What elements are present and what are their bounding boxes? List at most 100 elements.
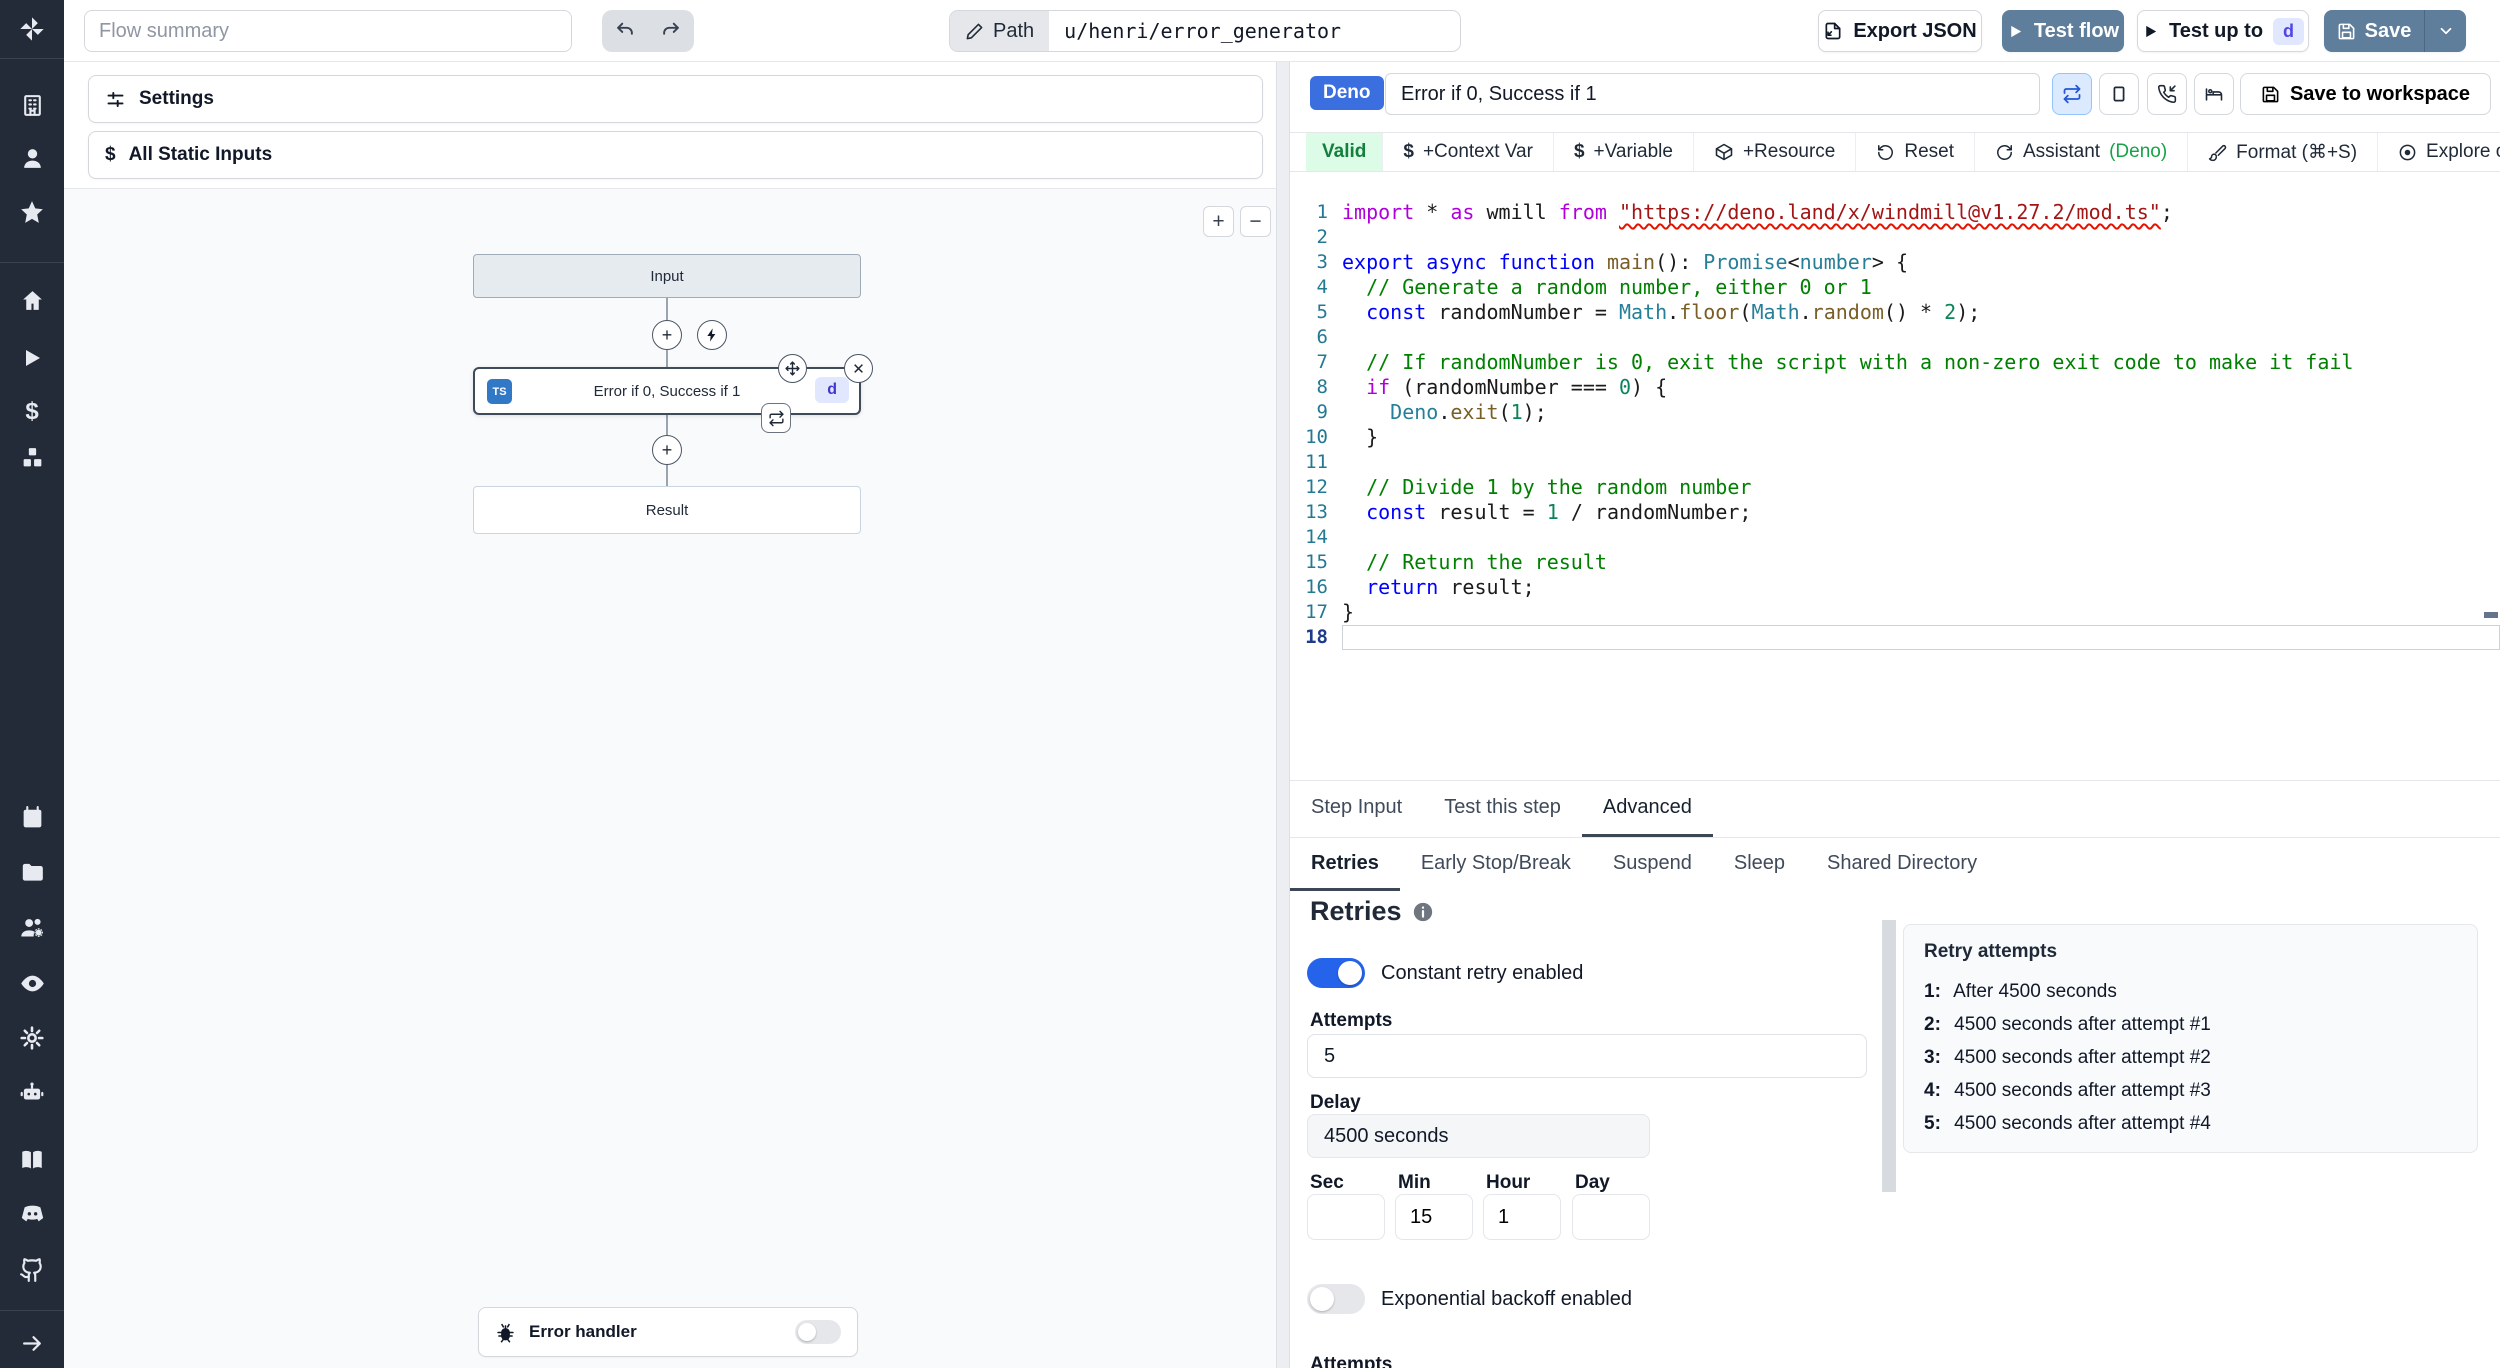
all-static-inputs-button[interactable]: $ All Static Inputs [88, 131, 1263, 179]
path-group[interactable]: Path u/henri/error_generator [949, 10, 1461, 52]
sidebar-item-docs[interactable] [0, 1146, 64, 1174]
subtab-early-stop[interactable]: Early Stop/Break [1400, 839, 1592, 891]
code-editor[interactable]: 1 2 3 4 5 6 7 8 9 10 11 12 13 14 15 16 17 18 import * as … [1290, 174, 2500, 780]
code-line[interactable]: const result = 1 / randomNumber; [1342, 500, 2500, 525]
editor-code[interactable]: import * as wmill from "https://deno.lan… [1342, 200, 2500, 650]
code-line[interactable]: import * as wmill from "https://deno.lan… [1342, 200, 2500, 225]
sidebar-item-folders[interactable] [0, 858, 64, 886]
retry-indicator-button[interactable] [761, 403, 791, 433]
panel-splitter[interactable] [1276, 62, 1290, 1368]
format-button[interactable]: Format (⌘+S) [2187, 133, 2377, 171]
add-resource-button[interactable]: +Resource [1692, 133, 1855, 171]
hour-input[interactable] [1483, 1194, 1561, 1240]
sidebar-item-groups[interactable] [0, 913, 64, 941]
explore-scripts-button[interactable]: Explore other s [2377, 133, 2500, 171]
code-line[interactable] [1342, 450, 2500, 475]
step-name-input[interactable] [1385, 73, 2040, 115]
save-to-workspace-button[interactable]: Save to workspace [2240, 73, 2491, 115]
sidebar-expand-icon[interactable] [0, 1329, 64, 1357]
code-line[interactable] [1342, 525, 2500, 550]
code-line[interactable]: if (randomNumber === 0) { [1342, 375, 2500, 400]
move-step-button[interactable] [778, 354, 807, 383]
code-line[interactable]: } [1342, 425, 2500, 450]
save-button[interactable]: Save [2324, 10, 2466, 52]
error-handler-toggle[interactable] [795, 1320, 841, 1344]
sidebar-item-schedules[interactable] [0, 803, 64, 831]
code-line[interactable]: // If randomNumber is 0, exit the script… [1342, 350, 2500, 375]
delete-step-button[interactable]: ✕ [844, 354, 873, 383]
delay-label: Delay [1310, 1092, 1361, 1113]
insert-step-button[interactable]: + [652, 435, 682, 465]
code-line[interactable]: // Divide 1 by the random number [1342, 475, 2500, 500]
sidebar-item-resources[interactable] [0, 443, 64, 471]
code-line[interactable]: const randomNumber = Math.floor(Math.ran… [1342, 300, 2500, 325]
test-up-to-button[interactable]: Test up to d [2137, 10, 2309, 52]
code-line[interactable]: export async function main(): Promise<nu… [1342, 250, 2500, 275]
sidebar-item-discord[interactable] [0, 1199, 64, 1227]
flow-summary-input[interactable] [84, 10, 572, 52]
redo-button[interactable] [648, 10, 694, 52]
code-line[interactable] [1342, 625, 2500, 650]
sidebar-item-workers[interactable] [0, 1079, 64, 1107]
attempts-input[interactable] [1307, 1034, 1867, 1078]
editor-scrollbar[interactable] [2484, 612, 2498, 618]
tab-test-this-step[interactable]: Test this step [1423, 781, 1582, 837]
add-variable-button[interactable]: $ +Variable [1552, 133, 1693, 171]
suspend-button[interactable] [2147, 73, 2187, 115]
code-line[interactable]: Deno.exit(1); [1342, 400, 2500, 425]
retries-scrollbar[interactable] [1882, 920, 1896, 1192]
code-line[interactable] [1342, 325, 2500, 350]
sidebar-item-favorites[interactable] [0, 198, 64, 226]
sidebar-item-user[interactable] [0, 144, 64, 172]
save-dropdown-button[interactable] [2424, 10, 2466, 52]
day-input[interactable] [1572, 1194, 1650, 1240]
zoom-in-button[interactable]: + [1203, 206, 1234, 237]
sleep-button[interactable] [2194, 73, 2234, 115]
delay-input[interactable] [1307, 1114, 1650, 1158]
code-line[interactable]: } [1342, 600, 2500, 625]
test-flow-button[interactable]: Test flow [2002, 10, 2124, 52]
subtab-sleep[interactable]: Sleep [1713, 839, 1806, 891]
subtab-suspend[interactable]: Suspend [1592, 839, 1713, 891]
retries-toggle-button[interactable] [2052, 73, 2092, 115]
windmill-logo-icon[interactable] [0, 14, 64, 44]
lightning-icon [707, 328, 716, 342]
min-input[interactable] [1395, 1194, 1473, 1240]
tab-advanced[interactable]: Advanced [1581, 781, 1713, 837]
repeat-icon [2063, 84, 2081, 104]
flow-canvas[interactable]: + − Input + TS Error if 0, Success if 1 … [64, 188, 1276, 1368]
export-json-button[interactable]: Export JSON [1818, 10, 1982, 52]
sidebar-item-settings[interactable] [0, 1024, 64, 1052]
input-node[interactable]: Input [473, 254, 861, 298]
flow-settings-button[interactable]: Settings [88, 75, 1263, 123]
code-line[interactable] [1342, 225, 2500, 250]
code-line[interactable]: // Generate a random number, either 0 or… [1342, 275, 2500, 300]
trigger-button[interactable] [697, 320, 727, 350]
save-main[interactable]: Save [2324, 10, 2424, 52]
code-line[interactable]: return result; [1342, 575, 2500, 600]
result-node[interactable]: Result [473, 486, 861, 534]
sidebar-item-variables[interactable]: $ [0, 398, 64, 426]
tab-step-input[interactable]: Step Input [1290, 781, 1423, 837]
undo-button[interactable] [602, 10, 648, 52]
advanced-subtabs: Retries Early Stop/Break Suspend Sleep S… [1290, 839, 2500, 891]
sidebar-item-github[interactable] [0, 1256, 64, 1284]
subtab-retries[interactable]: Retries [1290, 839, 1400, 891]
subtab-shared-directory[interactable]: Shared Directory [1806, 839, 1998, 891]
constant-retry-toggle[interactable] [1307, 958, 1365, 988]
bed-icon [2205, 88, 2223, 101]
exponential-backoff-toggle[interactable] [1307, 1284, 1365, 1314]
sidebar-item-audit-logs[interactable] [0, 969, 64, 997]
sidebar-item-home[interactable] [0, 286, 64, 314]
sidebar-item-runs[interactable] [0, 344, 64, 372]
sidebar-item-workspace[interactable] [0, 91, 64, 119]
insert-step-button[interactable]: + [652, 320, 682, 350]
early-stop-button[interactable] [2099, 73, 2139, 115]
zoom-out-button[interactable]: − [1240, 206, 1271, 237]
reset-button[interactable]: Reset [1855, 133, 1974, 171]
sec-input[interactable] [1307, 1194, 1385, 1240]
code-line[interactable]: // Return the result [1342, 550, 2500, 575]
assistant-button[interactable]: Assistant (Deno) [1974, 133, 2187, 171]
add-context-var-button[interactable]: $ +Context Var [1382, 133, 1553, 171]
sidebar: $ [0, 0, 64, 1368]
